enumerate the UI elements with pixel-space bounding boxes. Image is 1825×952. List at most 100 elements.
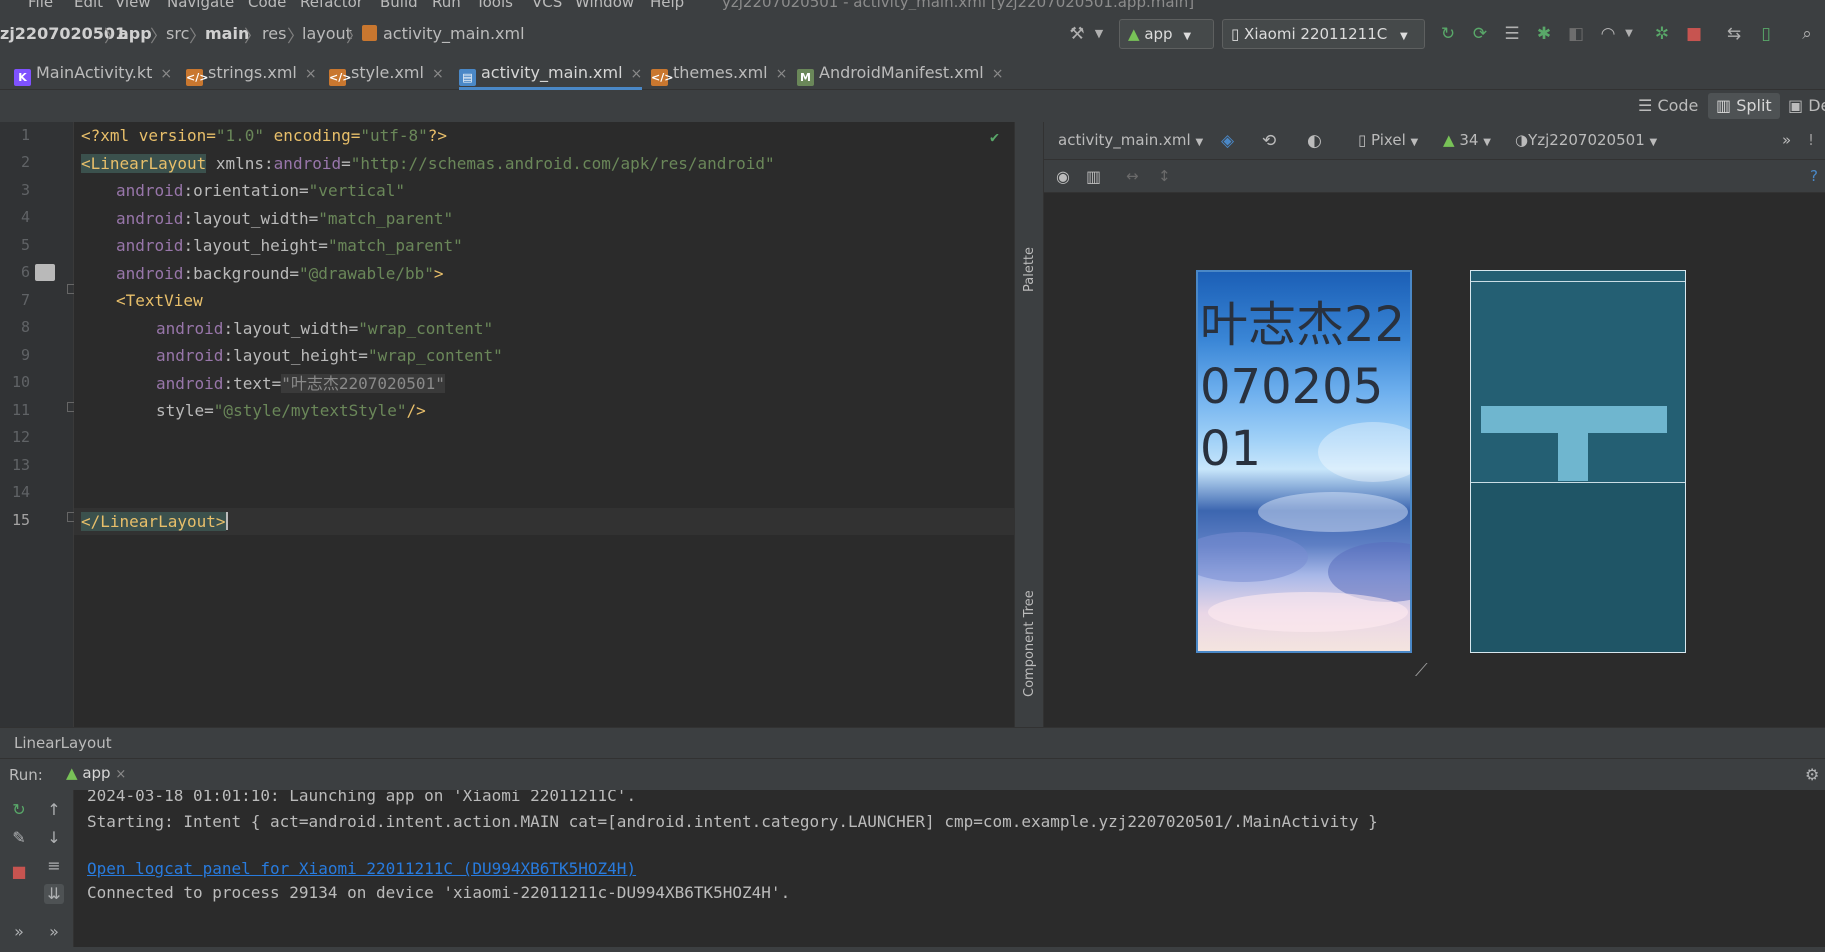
close-icon[interactable]: × <box>631 66 643 82</box>
image-preview-icon[interactable] <box>35 264 55 281</box>
soft-wrap-icon[interactable]: ≡ <box>44 856 64 876</box>
code-token: "match_parent" <box>327 236 463 255</box>
close-icon[interactable]: × <box>432 66 444 82</box>
settings-gear-icon[interactable]: ⚙ <box>1805 765 1819 784</box>
tab-label: strings.xml <box>208 63 297 82</box>
list-icon: ☰ <box>1638 96 1653 115</box>
code-line-9: android:layout_height="wrap_content" <box>156 342 503 369</box>
tab-activity-main[interactable]: ▤ activity_main.xml × <box>459 56 643 90</box>
orientation-icon[interactable]: ⟲ <box>1262 131 1276 151</box>
code-token: /> <box>406 401 426 420</box>
chevron-down-icon[interactable]: ▼ <box>1618 23 1640 45</box>
tab-strings[interactable]: </>strings.xml × <box>186 56 317 90</box>
vertical-resize-icon[interactable]: ↕ <box>1158 167 1171 185</box>
breadcrumb-layout[interactable]: layout <box>302 24 352 43</box>
line-number: 6 <box>20 263 30 281</box>
bottom-scrollbar[interactable] <box>0 947 1825 952</box>
run-tab-app[interactable]: ▲ app × <box>66 764 126 782</box>
close-icon[interactable]: × <box>305 66 317 82</box>
menu-refactor[interactable]: Refactor <box>300 0 363 10</box>
debug-icon[interactable]: ✱ <box>1533 23 1555 45</box>
preview-textview[interactable]: 叶志杰2207020501 <box>1200 294 1410 480</box>
logcat-link[interactable]: Open logcat panel for Xiaomi 22011211C (… <box>87 859 636 878</box>
stop-icon[interactable]: ■ <box>1683 23 1705 45</box>
code-token: android <box>156 319 224 338</box>
theme-icon: ◑ <box>1515 131 1529 149</box>
attach-debugger-icon[interactable]: ✲ <box>1651 23 1673 45</box>
close-icon[interactable]: × <box>776 66 788 82</box>
palette-tab[interactable]: Palette <box>1022 247 1037 292</box>
more-icon[interactable]: » <box>9 922 29 942</box>
tab-themes[interactable]: </>themes.xml × <box>651 56 787 90</box>
device-preview-select[interactable]: ▯ Pixel ▼ <box>1358 131 1418 149</box>
more-icon[interactable]: » <box>44 922 64 942</box>
phone-icon: ▯ <box>1358 131 1367 149</box>
design-view-button[interactable]: ▣ De <box>1780 93 1825 119</box>
code-token: style= <box>156 401 214 420</box>
apply-code-changes-icon[interactable]: ⟳ <box>1469 23 1491 45</box>
menu-view[interactable]: View <box>115 0 151 10</box>
sync-icon[interactable]: ☰ <box>1501 23 1523 45</box>
close-icon[interactable]: × <box>160 66 172 82</box>
rerun-icon[interactable]: ↻ <box>9 800 29 820</box>
chevron-down-icon: ▼ <box>1195 137 1204 148</box>
run-config-select[interactable]: ▲ app ▼ <box>1119 19 1214 49</box>
menu-help[interactable]: Help <box>650 0 684 10</box>
search-icon[interactable]: ⌕ <box>1796 23 1818 45</box>
blueprint-preview[interactable] <box>1470 270 1686 653</box>
warning-icon[interactable]: ! <box>1808 131 1814 149</box>
breadcrumb-app[interactable]: app <box>118 24 152 43</box>
coverage-icon[interactable]: ◧ <box>1565 23 1587 45</box>
layout-file-select[interactable]: activity_main.xml ▼ <box>1058 131 1203 149</box>
menu-file[interactable]: File <box>28 0 53 10</box>
apply-changes-restart-icon[interactable]: ↻ <box>1437 23 1459 45</box>
structure-path[interactable]: LinearLayout <box>14 734 112 752</box>
layout-preview[interactable]: 叶志杰2207020501 <box>1196 270 1412 653</box>
menu-edit[interactable]: Edit <box>74 0 103 10</box>
device-manager-icon[interactable]: ⇆ <box>1723 23 1745 45</box>
design-canvas[interactable] <box>1044 193 1825 727</box>
api-level-select[interactable]: ▲ 34 ▼ <box>1443 131 1491 149</box>
menu-navigate[interactable]: Navigate <box>167 0 234 10</box>
menu-window[interactable]: Window <box>575 0 634 10</box>
theme-select[interactable]: ◑Yzj2207020501 ▼ <box>1515 131 1657 149</box>
menu-tools[interactable]: Tools <box>476 0 513 10</box>
code-view-button[interactable]: ☰ Code <box>1630 93 1706 119</box>
run-console[interactable]: 2024-03-18 01:01:10: Launching app on 'X… <box>74 790 1825 952</box>
code-editor[interactable]: ✔ <?xml version="1.0" encoding="utf-8"?>… <box>74 122 1014 727</box>
component-tree-tab[interactable]: Component Tree <box>1022 590 1037 697</box>
blueprint-toggle-icon[interactable]: ▥ <box>1086 167 1101 186</box>
sdk-manager-icon[interactable]: ▯ <box>1755 23 1777 45</box>
layers-icon[interactable]: ◈ <box>1221 131 1234 151</box>
tab-androidmanifest[interactable]: M AndroidManifest.xml × <box>797 56 1003 90</box>
close-icon[interactable]: × <box>115 767 126 782</box>
device-select[interactable]: ▯ Xiaomi 22011211C ▼ <box>1222 19 1425 49</box>
menu-code[interactable]: Code <box>248 0 286 10</box>
hammer-icon[interactable]: ⚒ <box>1066 23 1088 45</box>
breadcrumb-file[interactable]: activity_main.xml <box>383 24 525 43</box>
breadcrumb-main[interactable]: main <box>205 24 249 43</box>
breadcrumb-res[interactable]: res <box>262 24 286 43</box>
help-icon[interactable]: ? <box>1810 167 1818 185</box>
eye-icon[interactable]: ◉ <box>1056 167 1070 186</box>
menu-build[interactable]: Build <box>380 0 418 10</box>
stop-icon[interactable]: ■ <box>9 862 29 882</box>
night-mode-icon[interactable]: ◐ <box>1307 131 1322 151</box>
horizontal-resize-icon[interactable]: ↔ <box>1126 167 1139 185</box>
close-icon[interactable]: × <box>992 66 1004 82</box>
profile-icon[interactable]: ◠ <box>1597 23 1619 45</box>
tab-mainactivity[interactable]: K MainActivity.kt × <box>14 56 172 90</box>
code-line-8: android:layout_width="wrap_content" <box>156 315 493 342</box>
menu-run[interactable]: Run <box>432 0 461 10</box>
breadcrumb-src[interactable]: src <box>166 24 189 43</box>
resize-handle-icon[interactable]: ⟋ <box>1415 660 1428 681</box>
more-icon[interactable]: » <box>1782 131 1791 149</box>
scroll-to-end-icon[interactable]: ⇊ <box>44 884 64 904</box>
scroll-down-icon[interactable]: ↓ <box>44 828 64 848</box>
chevron-down-icon[interactable]: ▼ <box>1088 23 1110 45</box>
tab-style[interactable]: </>style.xml × <box>329 56 444 90</box>
split-view-button[interactable]: ▥ Split <box>1708 93 1780 119</box>
scroll-up-icon[interactable]: ↑ <box>44 800 64 820</box>
menu-vcs[interactable]: VCS <box>532 0 562 10</box>
wrench-icon[interactable]: ✎ <box>9 828 29 848</box>
